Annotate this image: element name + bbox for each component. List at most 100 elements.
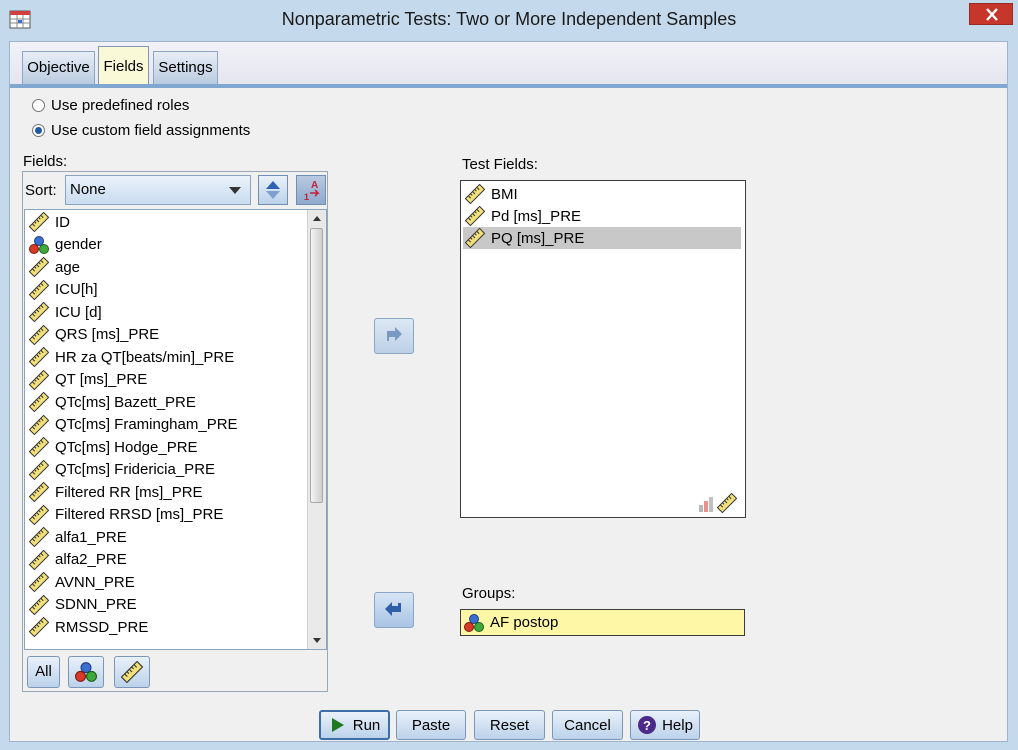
reset-label: Reset [489, 716, 530, 734]
svg-text:A: A [311, 180, 318, 191]
help-icon: ? [638, 716, 657, 734]
scale-ruler-icon [29, 460, 49, 480]
radio-custom-assignments[interactable]: Use custom field assignments [32, 119, 250, 141]
fields-panel: Sort: None A 1 ID gender age ICU[h] ICU [d] Q… [22, 171, 328, 692]
field-list-item[interactable]: ICU[h] [25, 279, 326, 302]
radio-label: Use predefined roles [51, 96, 190, 114]
scale-ruler-icon [29, 482, 49, 502]
field-list-item[interactable]: alfa1_PRE [25, 526, 326, 549]
scroll-down-button[interactable] [309, 632, 325, 648]
paste-button[interactable]: Paste [396, 710, 466, 740]
field-list-item[interactable]: ICU [d] [25, 301, 326, 324]
paste-label: Paste [411, 716, 451, 734]
help-button[interactable]: ? Help [630, 710, 700, 740]
field-list-item[interactable]: QTc[ms] Hodge_PRE [25, 436, 326, 459]
scroll-thumb[interactable] [310, 228, 323, 503]
tab-objective[interactable]: Objective [22, 51, 95, 84]
sort-direction-button[interactable] [258, 175, 288, 205]
field-list-item[interactable]: AVNN_PRE [25, 571, 326, 594]
scale-ruler-icon [121, 661, 143, 683]
field-list-item-label: HR za QT[beats/min]_PRE [55, 348, 235, 366]
radio-button[interactable] [32, 98, 45, 112]
run-label: Run [352, 716, 381, 734]
cancel-label: Cancel [564, 716, 611, 734]
filter-all-label: All [35, 663, 52, 680]
run-button[interactable]: Run [319, 710, 390, 740]
field-list-item-label: alfa2_PRE [55, 551, 127, 569]
field-list-item[interactable]: Filtered RRSD [ms]_PRE [25, 504, 326, 527]
fields-heading: Fields: [23, 153, 68, 170]
fields-scrollbar[interactable] [307, 210, 326, 649]
field-list-item-label: RMSSD_PRE [55, 618, 149, 636]
radio-predefined-roles[interactable]: Use predefined roles [32, 94, 189, 116]
field-list-item-label: gender [55, 236, 102, 254]
field-list-item[interactable]: QTc[ms] Bazett_PRE [25, 391, 326, 414]
close-button[interactable] [969, 3, 1013, 25]
scale-ruler-icon [29, 302, 49, 322]
arrow-left-icon [385, 602, 401, 616]
radio-button-selected[interactable] [32, 123, 45, 137]
svg-text:?: ? [643, 718, 651, 733]
window-title: Nonparametric Tests: Two or More Indepen… [281, 9, 737, 29]
scale-ruler-icon [465, 206, 485, 226]
field-list-item[interactable]: SDNN_PRE [25, 594, 326, 617]
move-to-groups-button[interactable] [374, 592, 414, 628]
tab-underline [10, 84, 1007, 88]
nominal-balls-icon [464, 613, 484, 633]
scroll-down-icon [313, 638, 321, 643]
filter-nominal-button[interactable] [68, 656, 104, 688]
tab-strip: Objective Fields Settings [10, 42, 1007, 88]
field-list-item[interactable]: alfa2_PRE [25, 549, 326, 572]
scale-ruler-icon [29, 370, 49, 390]
fields-list-items: ID gender age ICU[h] ICU [d] QRS [ms]_PRE HR z… [25, 210, 326, 639]
filter-scale-button[interactable] [114, 656, 150, 688]
field-list-item-label: Filtered RRSD [ms]_PRE [55, 506, 224, 524]
reset-button[interactable]: Reset [474, 710, 545, 740]
sort-label: Sort: [25, 182, 57, 199]
field-list-item-label: QTc[ms] Bazett_PRE [55, 393, 196, 411]
fields-list[interactable]: ID gender age ICU[h] ICU [d] QRS [ms]_PRE HR z… [24, 209, 327, 650]
field-list-item[interactable]: QT [ms]_PRE [25, 369, 326, 392]
svg-text:1: 1 [304, 192, 309, 202]
field-list-item[interactable]: QRS [ms]_PRE [25, 324, 326, 347]
field-list-item-label: ICU[h] [55, 281, 98, 299]
sort-alpha-icon: A 1 [304, 180, 320, 202]
scale-ruler-icon [29, 325, 49, 345]
test-field-label: Pd [ms]_PRE [491, 207, 582, 225]
test-field-item[interactable]: Pd [ms]_PRE [463, 205, 741, 227]
sort-dropdown[interactable]: None [65, 175, 251, 205]
test-fields-list[interactable]: BMI Pd [ms]_PRE PQ [ms]_PRE [460, 180, 746, 518]
help-label: Help [662, 716, 693, 734]
field-list-item-label: QRS [ms]_PRE [55, 326, 160, 344]
test-field-item-selected[interactable]: PQ [ms]_PRE [463, 227, 741, 249]
test-field-item[interactable]: BMI [463, 183, 741, 205]
field-list-item-label: QTc[ms] Framingham_PRE [55, 416, 238, 434]
scale-ruler-icon [29, 392, 49, 412]
tab-fields[interactable]: Fields [98, 46, 149, 84]
field-list-item[interactable]: QTc[ms] Framingham_PRE [25, 414, 326, 437]
field-list-item-label: QT [ms]_PRE [55, 371, 148, 389]
field-list-item[interactable]: Filtered RR [ms]_PRE [25, 481, 326, 504]
scale-ruler-icon [29, 437, 49, 457]
scale-ruler-icon [29, 415, 49, 435]
field-list-item[interactable]: QTc[ms] Fridericia_PRE [25, 459, 326, 482]
move-to-test-fields-button[interactable] [374, 318, 414, 354]
groups-field[interactable]: AF postop [460, 609, 745, 636]
filter-all-button[interactable]: All [27, 656, 60, 688]
cancel-button[interactable]: Cancel [552, 710, 623, 740]
nominal-balls-icon [29, 235, 49, 255]
field-list-item[interactable]: ID [25, 211, 326, 234]
field-list-item[interactable]: age [25, 256, 326, 279]
field-list-item[interactable]: gender [25, 234, 326, 257]
groups-heading: Groups: [462, 585, 516, 602]
play-icon [331, 718, 344, 732]
scale-ruler-icon [29, 550, 49, 570]
field-list-item[interactable]: HR za QT[beats/min]_PRE [25, 346, 326, 369]
scale-ruler-icon [29, 280, 49, 300]
scale-ruler-icon [29, 257, 49, 277]
alphabetical-sort-button[interactable]: A 1 [296, 175, 326, 205]
field-list-item[interactable]: RMSSD_PRE [25, 616, 326, 639]
scale-ruler-icon [29, 212, 49, 232]
scroll-up-button[interactable] [309, 211, 325, 227]
tab-settings[interactable]: Settings [153, 51, 218, 84]
